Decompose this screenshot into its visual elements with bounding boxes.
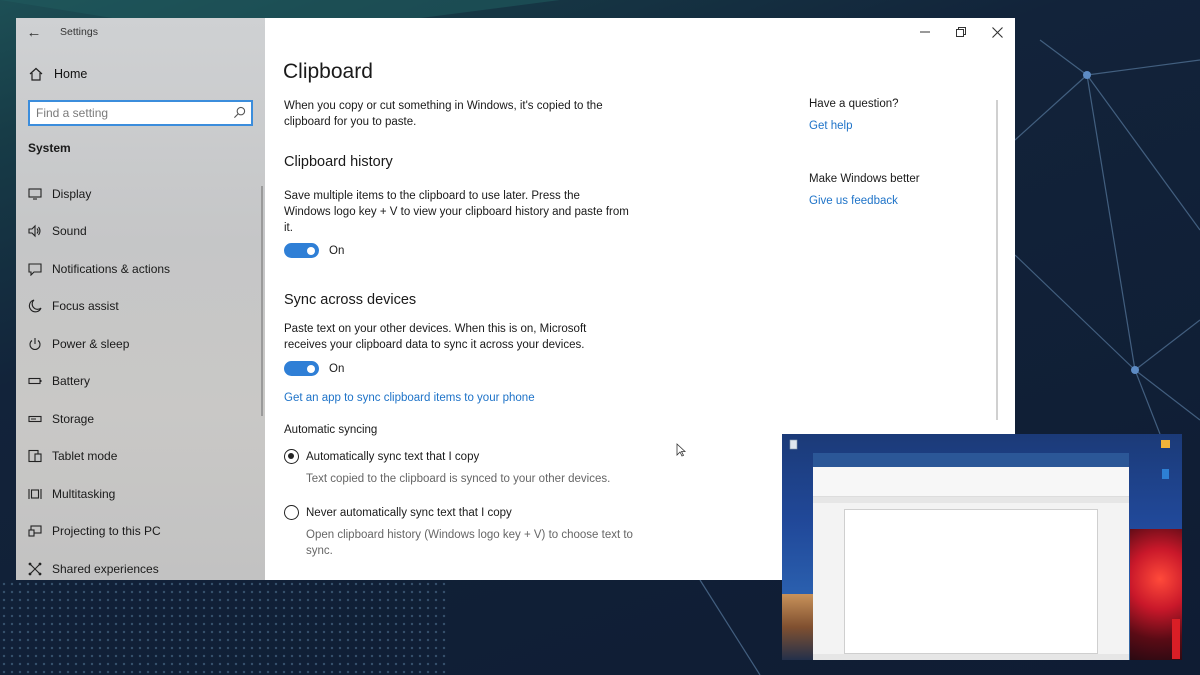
toggle-state-label: On	[329, 362, 345, 375]
sidebar-item-battery[interactable]: Battery	[16, 363, 265, 401]
sidebar-item-projecting[interactable]: Projecting to this PC	[16, 513, 265, 551]
sidebar-item-label: Battery	[52, 374, 91, 389]
radio-description: Text copied to the clipboard is synced t…	[306, 473, 611, 485]
sidebar-item-label: Shared experiences	[52, 561, 159, 576]
automatic-syncing-label: Automatic syncing	[284, 424, 378, 436]
radio-auto-sync[interactable]: Automatically sync text that I copy	[284, 449, 479, 464]
radio-never-sync[interactable]: Never automatically sync text that I cop…	[284, 505, 512, 520]
minimize-button[interactable]	[907, 18, 943, 46]
wordpad-window-thumbnail	[813, 453, 1129, 660]
search-input[interactable]	[30, 102, 220, 124]
sidebar-item-notifications[interactable]: Notifications & actions	[16, 250, 265, 288]
feedback-heading: Make Windows better	[809, 173, 920, 185]
sidebar-item-focus-assist[interactable]: Focus assist	[16, 288, 265, 326]
radio-button-selected[interactable]	[284, 449, 299, 464]
clipboard-history-heading: Clipboard history	[284, 154, 393, 170]
app-title: Settings	[60, 26, 98, 38]
moon-icon	[28, 299, 42, 313]
clipboard-history-toggle[interactable]: On	[284, 243, 344, 258]
sidebar-item-label: Projecting to this PC	[52, 524, 161, 539]
shared-icon	[28, 562, 42, 576]
sidebar-item-label: Display	[52, 186, 92, 201]
clipboard-history-description: Save multiple items to the clipboard to …	[284, 190, 629, 234]
sidebar-item-sound[interactable]: Sound	[16, 213, 265, 251]
maximize-button[interactable]	[943, 18, 979, 46]
battery-icon	[28, 378, 42, 385]
question-heading: Have a question?	[809, 98, 899, 110]
desktop-preview-overlay	[782, 434, 1182, 660]
sync-toggle[interactable]: On	[284, 361, 344, 376]
nav-list: Display Sound Notifications & actions Fo…	[16, 175, 265, 580]
home-nav-item[interactable]: Home	[28, 66, 87, 82]
projecting-icon	[28, 525, 42, 537]
sidebar-item-power-sleep[interactable]: Power & sleep	[16, 325, 265, 363]
sidebar-scrollbar[interactable]	[261, 186, 263, 416]
radio-description: Open clipboard history (Windows logo key…	[306, 529, 633, 557]
background-dot-pattern	[0, 580, 450, 675]
section-title: System	[28, 141, 71, 155]
home-icon	[29, 67, 43, 81]
give-feedback-link[interactable]: Give us feedback	[809, 195, 898, 207]
home-label: Home	[54, 67, 88, 81]
intro-text: When you copy or cut something in Window…	[284, 100, 603, 128]
sidebar: ← Settings Home System Display So	[16, 18, 265, 580]
sidebar-item-tablet-mode[interactable]: Tablet mode	[16, 438, 265, 476]
sidebar-item-storage[interactable]: Storage	[16, 400, 265, 438]
sidebar-item-label: Power & sleep	[52, 336, 130, 351]
sidebar-item-label: Focus assist	[52, 299, 119, 314]
page-title: Clipboard	[283, 60, 373, 83]
radio-label: Automatically sync text that I copy	[306, 450, 480, 463]
close-button[interactable]	[979, 18, 1015, 46]
sidebar-item-label: Multitasking	[52, 486, 116, 501]
wallpaper-beach	[782, 594, 813, 660]
search-icon[interactable]	[233, 106, 246, 119]
tablet-icon	[28, 450, 42, 463]
get-help-link[interactable]: Get help	[809, 120, 852, 132]
sync-heading: Sync across devices	[284, 292, 417, 308]
radio-button[interactable]	[284, 505, 299, 520]
sync-description: Paste text on your other devices. When t…	[284, 323, 587, 351]
toggle-state-label: On	[329, 244, 345, 257]
close-icon	[991, 26, 1003, 38]
power-icon	[29, 337, 41, 350]
multitasking-icon	[28, 488, 42, 499]
mouse-cursor-icon	[676, 443, 686, 457]
sidebar-item-shared-experiences[interactable]: Shared experiences	[16, 550, 265, 580]
radio-label: Never automatically sync text that I cop…	[306, 506, 512, 519]
storage-icon	[28, 415, 42, 422]
lenovo-logo	[1172, 619, 1180, 659]
sound-icon	[28, 224, 41, 238]
get-app-link[interactable]: Get an app to sync clipboard items to yo…	[284, 392, 535, 404]
toggle-switch[interactable]	[284, 243, 319, 258]
sidebar-item-label: Storage	[52, 411, 95, 426]
content-scrollbar[interactable]	[996, 100, 998, 420]
toggle-switch[interactable]	[284, 361, 319, 376]
folder-icon	[1161, 440, 1170, 448]
title-bar: ← Settings	[16, 18, 265, 46]
notifications-icon	[28, 263, 42, 276]
sidebar-item-display[interactable]: Display	[16, 175, 265, 213]
minimize-icon	[920, 31, 930, 33]
search-box[interactable]	[28, 100, 253, 126]
recycle-bin-icon	[789, 439, 798, 450]
display-icon	[28, 188, 42, 200]
sidebar-item-label: Sound	[52, 224, 87, 239]
sidebar-item-label: Notifications & actions	[52, 261, 171, 276]
sidebar-item-label: Tablet mode	[52, 449, 118, 464]
document-page	[844, 509, 1098, 654]
restore-icon	[956, 27, 966, 37]
your-phone-icon	[1162, 469, 1169, 479]
back-arrow-icon[interactable]: ←	[16, 24, 52, 41]
sidebar-item-multitasking[interactable]: Multitasking	[16, 475, 265, 513]
